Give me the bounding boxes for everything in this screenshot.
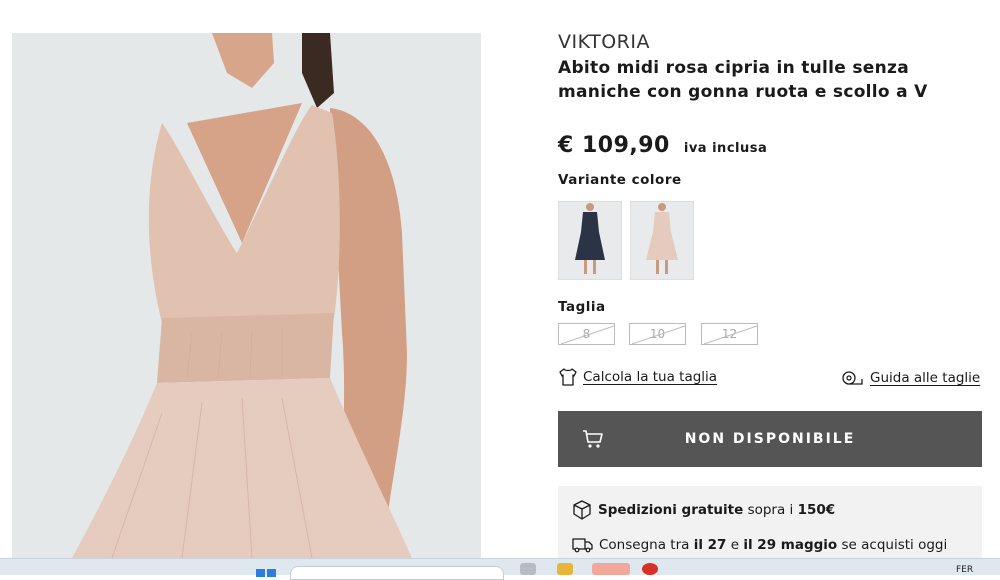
product-image[interactable] [12,33,481,558]
tshirt-icon [559,368,577,386]
delivery-post: se acquisti oggi [841,537,948,553]
price-row: € 109,90 iva inclusa [558,133,767,158]
add-to-cart-button[interactable]: NON DISPONIBILE [558,411,982,467]
file-explorer-icon[interactable] [557,563,573,575]
product-price: € 109,90 [558,133,670,158]
size-option-8[interactable]: 8 [558,323,615,345]
product-brand[interactable]: VIKTORIA [558,30,984,54]
taskbar-search-box[interactable] [290,566,504,580]
delivery-row: Consegna tra il 27 e il 29 maggio se acq… [572,536,947,554]
delivery-pre: Consegna tra [599,537,690,553]
product-title: Abito midi rosa cipria in tulle senza ma… [558,58,928,102]
dress-illustration [12,33,481,558]
pink-dress-thumbnail [631,202,693,279]
variant-label: Variante colore [558,172,682,188]
variant-swatch-navy[interactable] [558,201,622,280]
size-option-10[interactable]: 10 [629,323,686,345]
unavailable-strike-icon [560,325,614,344]
box-icon [573,500,591,520]
variant-swatch-rosa[interactable] [630,201,694,280]
free-shipping-row: Spedizioni gratuite sopra i 150€ [572,500,835,520]
unavailable-strike-icon [703,325,757,344]
size-option-12[interactable]: 12 [701,323,758,345]
size-label: Taglia [558,299,606,315]
vat-note: iva inclusa [683,141,768,156]
task-view-icon[interactable] [520,563,536,575]
calc-size-label: Calcola la tua taglia [583,369,718,385]
measuring-tape-icon [842,371,863,385]
delivery-date-1: il 27 [693,537,727,553]
product-info: VIKTORIA Abito midi rosa cipria in tulle… [558,30,984,104]
browser-app-icon[interactable] [592,563,630,575]
shipping-info-box: Spedizioni gratuite sopra i 150€ Consegn… [558,486,982,566]
delivery-date-2: il 29 maggio [743,537,838,553]
truck-icon [572,538,593,553]
cart-icon [583,430,603,448]
chrome-app-icon[interactable] [642,563,658,575]
free-shipping-bold: Spedizioni gratuite [598,502,744,518]
size-guide-link[interactable]: Guida alle taglie [842,370,980,386]
windows-start-icon[interactable] [256,569,276,577]
unavailable-strike-icon [631,325,685,344]
os-taskbar: FER [0,558,1000,580]
delivery-and: e [730,537,740,553]
cart-button-label: NON DISPONIBILE [684,431,856,447]
free-shipping-amount: 150€ [797,502,836,518]
free-shipping-mid: sopra i [747,502,794,518]
calc-size-link[interactable]: Calcola la tua taglia [558,368,717,386]
size-guide-label: Guida alle taglie [870,370,981,386]
navy-dress-thumbnail [559,202,621,279]
